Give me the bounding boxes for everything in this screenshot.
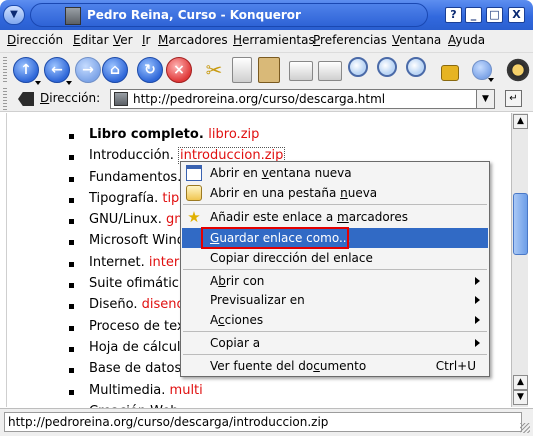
print-icon[interactable]: [289, 61, 313, 81]
menu-item-actions[interactable]: Acciones: [182, 310, 488, 330]
new-tab-icon: [186, 185, 202, 201]
menu-editar[interactable]: Editar: [73, 33, 109, 47]
scroll-up-lower-button[interactable]: ▲: [513, 375, 528, 390]
help-button[interactable]: ?: [445, 7, 462, 23]
menu-ayuda[interactable]: Ayuda: [448, 33, 485, 47]
list-item-text: Introducción.: [89, 148, 179, 164]
title-bar: ▼ Pedro Reina, Curso - Konqueror ? _ □ X: [0, 0, 533, 30]
location-bar: Dirección: http://pedroreina.org/curso/d…: [0, 86, 533, 112]
up-icon[interactable]: ↑: [13, 57, 41, 85]
list-item: Multimedia. multi: [67, 383, 300, 404]
scroll-thumb[interactable]: [513, 193, 528, 255]
list-item-text: Libro completo.: [89, 127, 209, 142]
list-item: Libro completo. libro.zip: [67, 127, 300, 148]
download-link[interactable]: libro.zip: [208, 127, 259, 142]
submenu-arrow-icon: [475, 296, 480, 304]
list-item-text: Diseño.: [89, 297, 142, 313]
list-item-text: Microsoft Wind: [89, 233, 185, 249]
context-menu: Abrir en ventana nueva Abrir en una pest…: [180, 161, 490, 377]
menu-ventana[interactable]: Ventana: [392, 33, 441, 47]
download-link[interactable]: diseno: [142, 297, 185, 312]
view-source-shortcut: Ctrl+U: [435, 359, 476, 373]
scroll-up-button[interactable]: ▲: [513, 114, 528, 129]
copy-icon[interactable]: [232, 57, 252, 83]
list-item-text: Proceso de tex: [89, 318, 185, 334]
zoom-out-icon[interactable]: [406, 57, 426, 77]
close-button[interactable]: X: [508, 7, 525, 23]
bookmark-star-icon: ★: [187, 208, 201, 226]
menu-item-copy-link-address[interactable]: Copiar dirección del enlace: [182, 248, 488, 268]
resize-grip[interactable]: [520, 423, 530, 433]
download-link[interactable]: multi: [170, 383, 203, 398]
home-icon[interactable]: ⌂: [102, 57, 128, 83]
maximize-button[interactable]: □: [486, 7, 503, 23]
submenu-arrow-icon: [475, 339, 480, 347]
menu-item-copy-to[interactable]: Copiar a: [182, 333, 488, 353]
menu-preferencias[interactable]: Preferencias: [313, 33, 387, 47]
window-menu-button[interactable]: ▼: [3, 5, 25, 25]
list-item-text: Hoja de cálculo: [89, 339, 189, 355]
clear-location-icon[interactable]: [18, 92, 34, 106]
menu-item-open-with[interactable]: Abrir con: [182, 271, 488, 291]
title-caption[interactable]: Pedro Reina, Curso - Konqueror: [30, 3, 428, 27]
menu-separator: [183, 204, 487, 205]
go-button[interactable]: ↵: [505, 90, 522, 107]
list-item-text: Fundamentos.: [89, 169, 182, 185]
menu-marcadores[interactable]: Marcadores: [158, 33, 228, 47]
menu-separator: [183, 354, 487, 355]
status-text: http://pedroreina.org/curso/descarga/int…: [4, 412, 522, 432]
back-icon[interactable]: ←: [44, 57, 72, 85]
menu-item-add-bookmark[interactable]: ★ Añadir este enlace a marcadores: [182, 207, 488, 227]
location-input[interactable]: http://pedroreina.org/curso/descarga.htm…: [110, 89, 495, 109]
zoom-in-icon[interactable]: [377, 57, 397, 77]
forward-icon[interactable]: →: [75, 57, 101, 83]
new-window-icon: [186, 165, 202, 181]
submenu-arrow-icon: [475, 277, 480, 285]
stop-icon[interactable]: ×: [166, 57, 192, 83]
list-item-text: Tipografía.: [89, 190, 163, 206]
location-label: Dirección:: [40, 91, 101, 105]
list-item-text: GNU/Linux.: [89, 212, 166, 228]
submenu-arrow-icon: [475, 316, 480, 324]
list-item-text: Internet.: [89, 254, 149, 270]
highlight-annotation-box: [201, 227, 349, 249]
menu-item-preview-in[interactable]: Previsualizar en: [182, 290, 488, 310]
security-icon[interactable]: [441, 65, 459, 81]
list-item-text: Multimedia.: [89, 382, 170, 398]
menu-item-open-new-window[interactable]: Abrir en ventana nueva: [182, 163, 488, 183]
toolbar-handle[interactable]: [3, 57, 7, 83]
reload-icon[interactable]: ↻: [137, 57, 163, 83]
menu-item-open-new-tab[interactable]: Abrir en una pestaña nueva: [182, 183, 488, 203]
menu-ir[interactable]: Ir: [142, 33, 150, 47]
list-item-text: Suite ofimátic: [89, 276, 179, 292]
window-title: Pedro Reina, Curso - Konqueror: [87, 8, 301, 22]
paste-icon[interactable]: [258, 57, 280, 83]
cut-icon[interactable]: ✂: [201, 57, 227, 83]
activity-icon: [505, 57, 531, 83]
list-item-text: Base de datos: [89, 361, 182, 377]
download-icon[interactable]: [472, 60, 494, 82]
menu-separator: [183, 269, 487, 270]
menu-item-view-source[interactable]: Ver fuente del documento Ctrl+U: [182, 356, 488, 376]
app-avatar-icon: [65, 7, 81, 25]
minimize-button[interactable]: _: [465, 7, 482, 23]
find-icon[interactable]: [348, 57, 368, 77]
favicon-icon: [114, 92, 128, 106]
menu-direccion[interactable]: Dirección: [7, 33, 63, 47]
scroll-down-button[interactable]: ▼: [513, 390, 528, 405]
status-bar: http://pedroreina.org/curso/descarga/int…: [0, 408, 533, 436]
menu-herramientas[interactable]: Herramientas: [233, 33, 315, 47]
locationbar-handle[interactable]: [3, 88, 7, 110]
vertical-scrollbar[interactable]: ▲ ▲ ▼: [511, 113, 528, 407]
main-toolbar: ↑ ← → ⌂ ↻ × ✂: [0, 52, 533, 86]
menu-bar: Dirección Editar Ver Ir Marcadores Herra…: [0, 30, 533, 52]
menu-ver[interactable]: Ver: [113, 33, 133, 47]
menu-separator: [183, 331, 487, 332]
history-dropdown-icon[interactable]: ▼: [476, 90, 494, 108]
print-frame-icon[interactable]: [318, 61, 342, 81]
location-url: http://pedroreina.org/curso/descarga.htm…: [133, 92, 386, 106]
